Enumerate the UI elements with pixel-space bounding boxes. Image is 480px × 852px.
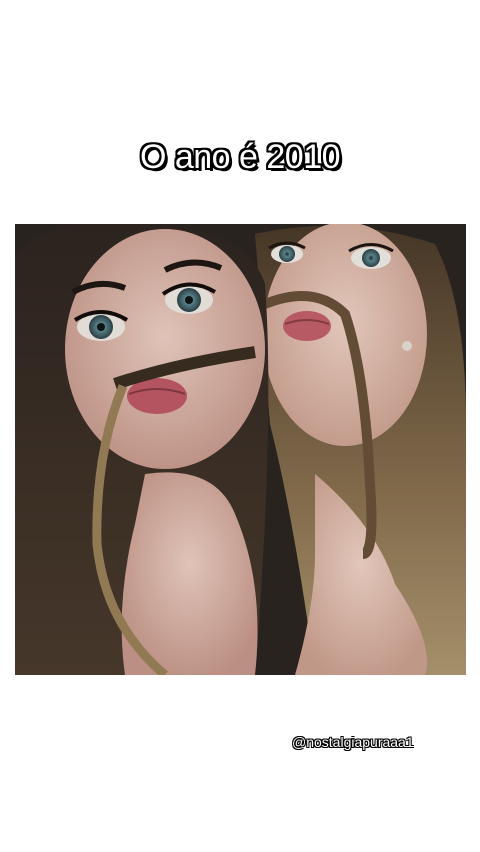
photo-illustration xyxy=(15,224,466,675)
watermark-handle: @nostalgiapuraaa1 xyxy=(292,734,414,750)
photo xyxy=(15,224,466,675)
story-screen: O ano é 2010 @nostalgiapuraaa1 xyxy=(0,0,480,852)
caption-text: O ano é 2010 xyxy=(139,138,341,176)
